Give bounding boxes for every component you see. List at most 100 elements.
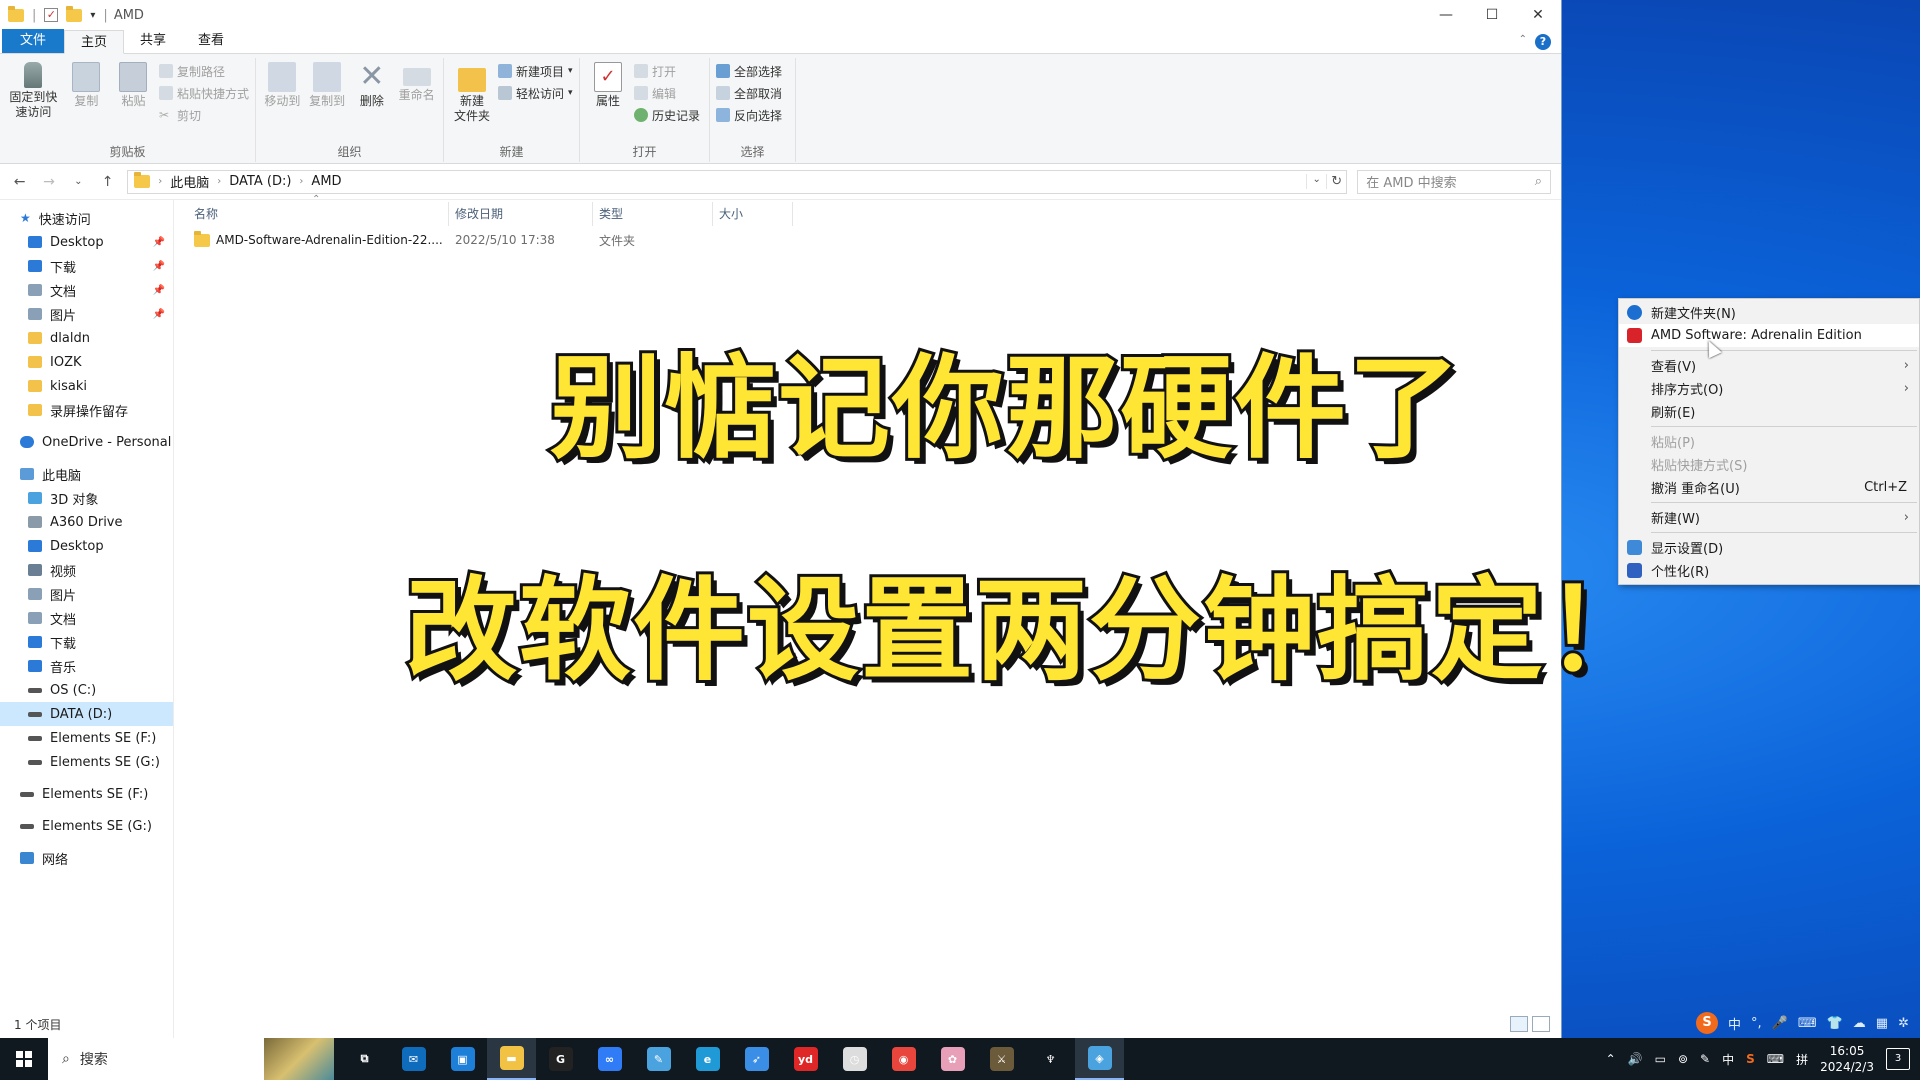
show-hidden-icons-icon[interactable]: ⌃ [1606,1052,1616,1066]
context-menu-item[interactable]: 显示设置(D) [1619,536,1919,559]
search-box[interactable]: 在 AMD 中搜索 ⌕ [1357,169,1551,194]
tab-home[interactable]: 主页 [64,30,125,54]
taskbar-app[interactable]: ✿ [928,1038,977,1080]
paste-shortcut-button[interactable]: 粘贴快捷方式 [158,84,249,102]
refresh-icon[interactable]: ↻ [1326,174,1346,189]
taskbar-app[interactable]: e [683,1038,732,1080]
nav-drive-g[interactable]: Elements SE (G:) [0,814,173,838]
taskbar-app[interactable]: ◉ [879,1038,928,1080]
notification-center-icon[interactable]: 3 [1886,1048,1910,1070]
back-button[interactable]: ← [10,174,29,190]
properties-check-icon[interactable]: ✓ [44,8,59,22]
clock[interactable]: 16:05 2024/2/3 [1820,1043,1874,1075]
select-all-button[interactable]: 全部选择 [716,62,782,80]
nav-pc-item[interactable]: Elements SE (F:) [0,726,173,750]
start-button[interactable] [0,1038,48,1080]
ime-mode-icon[interactable]: 拼 [1796,1051,1808,1068]
close-button[interactable]: ✕ [1515,0,1561,30]
context-menu-item[interactable]: 查看(V) › [1619,354,1919,377]
ime-language[interactable]: 中 [1728,1014,1741,1033]
toolbox-icon[interactable]: ▦ [1876,1016,1888,1031]
minimize-button[interactable]: — [1423,0,1469,30]
context-menu-item[interactable]: 个性化(R) [1619,559,1919,582]
up-button[interactable]: ↑ [98,174,117,190]
tab-file[interactable]: 文件 [2,29,65,53]
nav-quick-item[interactable]: kisaki [0,374,173,398]
touch-keyboard-icon[interactable]: ⌨ [1767,1052,1784,1066]
nav-quick-item[interactable]: 录屏操作留存 [0,398,173,422]
nav-pc-item[interactable]: 文档 [0,606,173,630]
breadcrumb-this-pc[interactable]: 此电脑 [170,172,209,191]
volume-icon[interactable]: 🔊 [1628,1052,1643,1066]
nav-pc-item[interactable]: Elements SE (G:) [0,750,173,774]
taskbar-app[interactable]: ➶ [732,1038,781,1080]
ime-punctuation[interactable]: °, [1751,1016,1762,1031]
cut-button[interactable]: ✂ 剪切 [159,106,249,124]
chevron-right-icon[interactable]: › [217,176,221,187]
new-folder-quick-icon[interactable] [66,5,83,22]
keyboard-icon[interactable]: ⌨ [1798,1016,1817,1031]
select-none-button[interactable]: 全部取消 [716,84,782,102]
network-status-icon[interactable]: ▭ [1655,1052,1666,1066]
steam-icon[interactable]: ⊚ [1678,1052,1688,1066]
quick-access-dropdown-icon[interactable]: ▾ [90,10,95,21]
nav-pc-item[interactable]: OS (C:) [0,678,173,702]
context-menu-item[interactable]: 粘贴快捷方式(S) [1619,453,1919,476]
context-menu-item[interactable]: 新建(W) › [1619,506,1919,529]
nav-quick-item[interactable]: 下载 📌 [0,254,173,278]
chevron-right-icon[interactable]: › [158,176,162,187]
tab-view[interactable]: 查看 [182,29,240,53]
taskbar-app[interactable]: ∞ [585,1038,634,1080]
context-menu-item[interactable]: 排序方式(O) › [1619,377,1919,400]
taskbar-app[interactable]: ⧉ [340,1038,389,1080]
taskbar-app[interactable]: ◷ [830,1038,879,1080]
pen-icon[interactable]: ✎ [1700,1052,1710,1066]
column-type[interactable]: 类型 [593,202,713,226]
input-method-icon[interactable]: 中 [1722,1051,1734,1068]
forward-button[interactable]: → [39,174,58,190]
invert-selection-button[interactable]: 反向选择 [716,106,782,124]
taskbar-app[interactable]: ♆ [1026,1038,1075,1080]
collapse-ribbon-icon[interactable]: ⌃ [1519,34,1527,45]
taskbar-app[interactable]: ▬ [487,1038,536,1080]
nav-quick-access[interactable]: ★ 快速访问 [0,206,173,230]
taskbar-app[interactable]: G [536,1038,585,1080]
edit-button[interactable]: 编辑 [634,84,700,102]
skin-icon[interactable]: 👕 [1827,1016,1843,1031]
nav-drive-f[interactable]: Elements SE (F:) [0,782,173,806]
large-icons-view-icon[interactable] [1532,1016,1550,1032]
history-button[interactable]: 历史记录 [634,106,700,124]
address-bar[interactable]: › 此电脑 › DATA (D:) › AMD ⌄ ↻ [127,169,1348,194]
address-dropdown-icon[interactable]: ⌄ [1306,174,1326,189]
details-view-icon[interactable] [1510,1016,1528,1032]
context-menu-item[interactable]: 粘贴(P) [1619,430,1919,453]
nav-quick-item[interactable]: dlaldn [0,326,173,350]
nav-pc-item[interactable]: 3D 对象 [0,486,173,510]
column-size[interactable]: 大小 [713,202,793,226]
nav-quick-item[interactable]: IOZK [0,350,173,374]
microphone-icon[interactable]: 🎤 [1772,1016,1788,1031]
sogou-ime-icon[interactable]: S [1696,1012,1718,1034]
breadcrumb-data-d[interactable]: DATA (D:) [229,174,291,189]
context-menu-item[interactable]: 撤消 重命名(U) Ctrl+Z [1619,476,1919,499]
nav-pc-item[interactable]: A360 Drive [0,510,173,534]
search-highlight-image[interactable] [264,1038,334,1080]
context-menu-item[interactable]: 新建文件夹(N) [1619,301,1919,324]
nav-quick-item[interactable]: 文档 📌 [0,278,173,302]
taskbar-app[interactable]: yd [781,1038,830,1080]
new-item-button[interactable]: 新建项目 ▾ [498,62,573,80]
help-icon[interactable]: ? [1535,34,1551,50]
cloud-ime-icon[interactable]: ☁ [1853,1016,1866,1031]
taskbar-app[interactable]: ✉ [389,1038,438,1080]
nav-pc-item[interactable]: 下载 [0,630,173,654]
file-row[interactable]: AMD-Software-Adrenalin-Edition-22.... 20… [174,228,1561,252]
chevron-right-icon[interactable]: › [299,176,303,187]
nav-pc-item[interactable]: 音乐 [0,654,173,678]
column-date[interactable]: 修改日期 [449,202,593,226]
taskbar-app[interactable]: ⚔ [977,1038,1026,1080]
easy-access-button[interactable]: 轻松访问 ▾ [498,84,573,102]
context-menu-item[interactable]: AMD Software: Adrenalin Edition [1619,324,1919,347]
settings-icon[interactable]: ✲ [1898,1016,1909,1031]
nav-quick-item[interactable]: 图片 📌 [0,302,173,326]
tab-share[interactable]: 共享 [124,29,182,53]
